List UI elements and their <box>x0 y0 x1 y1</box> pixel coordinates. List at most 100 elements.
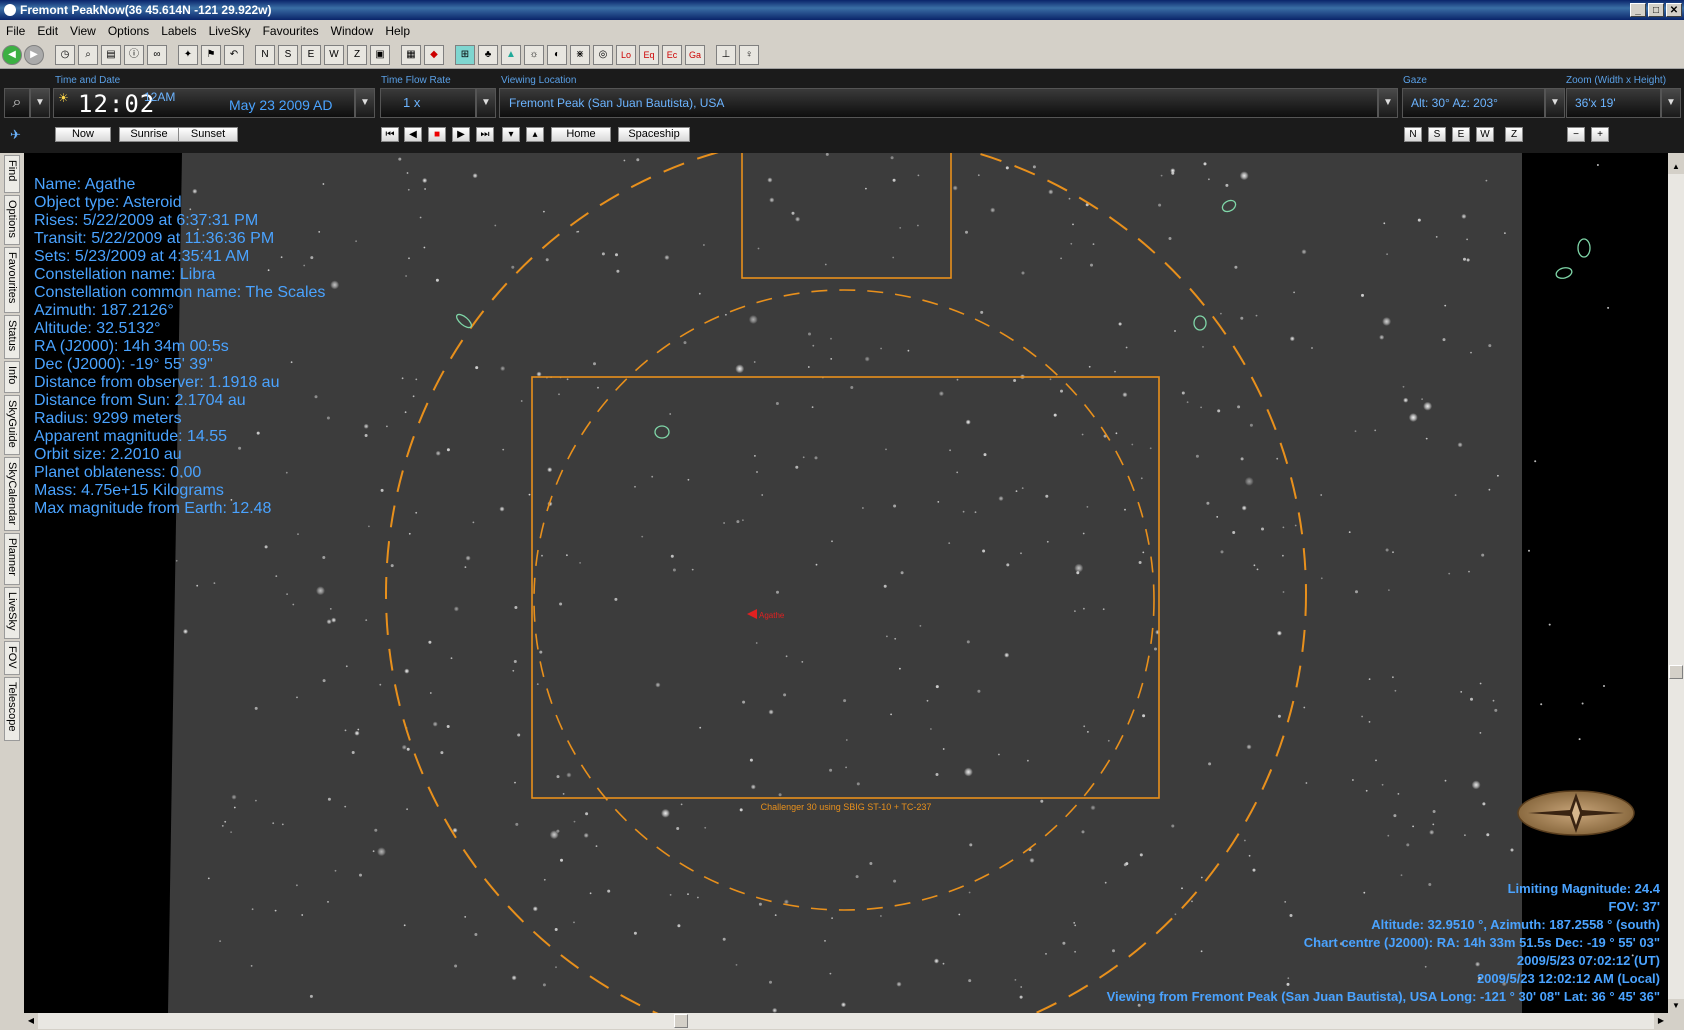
undo-icon[interactable]: ↶ <box>224 45 244 65</box>
star <box>365 619 368 621</box>
tree-icon[interactable]: ♣ <box>478 45 498 65</box>
south-view-icon[interactable]: S <box>278 45 298 65</box>
search-icon[interactable]: ⌕ <box>78 45 98 65</box>
stop-icon[interactable]: ■ <box>428 127 446 142</box>
maximize-button[interactable]: □ <box>1648 3 1664 17</box>
tab-favourites[interactable]: Favourites <box>4 247 20 313</box>
tab-find[interactable]: Find <box>4 155 20 193</box>
star-chart-icon[interactable]: ✦ <box>178 45 198 65</box>
direction-z-button[interactable]: Z <box>1505 127 1523 142</box>
time-date-display[interactable]: ☀ 12:02 12AM May 23 2009 AD <box>53 88 355 118</box>
direction-w-button[interactable]: W <box>1476 127 1494 142</box>
direction-s-button[interactable]: S <box>1428 127 1446 142</box>
tab-telescope[interactable]: Telescope <box>4 677 20 741</box>
sunrise-button[interactable]: Sunrise <box>119 127 179 142</box>
scroll-down-icon[interactable]: ▼ <box>1668 999 1684 1013</box>
spaceship-button[interactable]: Spaceship <box>618 127 690 142</box>
flag-icon[interactable]: ⚑ <box>201 45 221 65</box>
direction-e-button[interactable]: E <box>1452 127 1470 142</box>
equatorial-grid-icon[interactable]: Eq <box>639 45 659 65</box>
scroll-left-icon[interactable]: ◀ <box>24 1013 38 1029</box>
sunset-button[interactable]: Sunset <box>178 127 238 142</box>
gaze-value[interactable]: Alt: 30° Az: 203° <box>1402 88 1545 118</box>
print-icon[interactable]: ▤ <box>101 45 121 65</box>
find-magnifier-icon[interactable]: ⌕ <box>4 88 30 118</box>
figure-icon[interactable]: ♀ <box>739 45 759 65</box>
location-up-icon[interactable]: ▴ <box>526 127 544 142</box>
now-button[interactable]: Now <box>55 127 111 142</box>
menu-options[interactable]: Options <box>102 21 155 41</box>
find-dropdown-icon[interactable]: ▼ <box>30 88 50 118</box>
tab-skyguide[interactable]: SkyGuide <box>4 395 20 455</box>
step-back-fast-icon[interactable]: ⏮ <box>381 127 399 142</box>
menu-help[interactable]: Help <box>379 21 416 41</box>
constellation-icon[interactable]: ⋇ <box>570 45 590 65</box>
galactic-grid-icon[interactable]: Ga <box>685 45 705 65</box>
frame-icon[interactable]: ▣ <box>370 45 390 65</box>
north-view-icon[interactable]: N <box>255 45 275 65</box>
tab-info[interactable]: Info <box>4 361 20 393</box>
tab-options[interactable]: Options <box>4 195 20 245</box>
tab-planner[interactable]: Planner <box>4 533 20 585</box>
menu-view[interactable]: View <box>64 21 102 41</box>
local-grid-icon[interactable]: Lo <box>616 45 636 65</box>
direction-n-button[interactable]: N <box>1404 127 1422 142</box>
viewing-location-value[interactable]: Fremont Peak (San Juan Bautista), USA <box>499 88 1378 118</box>
menu-labels[interactable]: Labels <box>155 21 202 41</box>
star <box>892 256 895 259</box>
horizontal-scrollbar[interactable]: ◀ ▶ <box>24 1013 1668 1029</box>
vertical-scrollbar[interactable]: ▲ ▼ <box>1668 160 1684 1013</box>
star <box>899 667 901 670</box>
zoom-in-button[interactable]: + <box>1591 127 1609 142</box>
pin-icon[interactable]: ✈ <box>10 127 21 143</box>
menu-file[interactable]: File <box>0 21 31 41</box>
zoom-value[interactable]: 36'x 19' <box>1566 88 1661 118</box>
location-dropdown-icon[interactable]: ▼ <box>1378 88 1398 118</box>
horizontal-scroll-thumb[interactable] <box>674 1014 688 1028</box>
binoculars-icon[interactable]: ∞ <box>147 45 167 65</box>
tab-status[interactable]: Status <box>4 315 20 359</box>
ecliptic-grid-icon[interactable]: Ec <box>662 45 682 65</box>
gaze-dropdown-icon[interactable]: ▼ <box>1545 88 1565 118</box>
play-icon[interactable]: ▶ <box>452 127 470 142</box>
zoom-out-button[interactable]: − <box>1567 127 1585 142</box>
back-icon[interactable]: ◀ <box>2 45 22 65</box>
zenith-view-icon[interactable]: Z <box>347 45 367 65</box>
menu-window[interactable]: Window <box>325 21 380 41</box>
scroll-right-icon[interactable]: ▶ <box>1654 1013 1668 1029</box>
star <box>532 906 538 912</box>
info-icon[interactable]: ⓘ <box>124 45 144 65</box>
vertical-scroll-thumb[interactable] <box>1669 665 1683 679</box>
step-back-icon[interactable]: ◀ <box>404 127 422 142</box>
zoom-dropdown-icon[interactable]: ▼ <box>1661 88 1681 118</box>
minimize-button[interactable]: _ <box>1630 3 1646 17</box>
location-down-icon[interactable]: ▾ <box>502 127 520 142</box>
east-view-icon[interactable]: E <box>301 45 321 65</box>
home-button[interactable]: Home <box>551 127 611 142</box>
scroll-up-icon[interactable]: ▲ <box>1668 160 1684 174</box>
west-view-icon[interactable]: W <box>324 45 344 65</box>
tab-fov[interactable]: FOV <box>4 641 20 675</box>
date-dropdown-icon[interactable]: ▼ <box>355 88 375 118</box>
sun-icon[interactable]: ☼ <box>524 45 544 65</box>
telescope-icon[interactable]: ⊥ <box>716 45 736 65</box>
menu-livesky[interactable]: LiveSky <box>203 21 257 41</box>
close-button[interactable]: ✕ <box>1666 3 1682 17</box>
screenshot-icon[interactable]: ▦ <box>401 45 421 65</box>
forward-icon[interactable]: ▶ <box>24 45 44 65</box>
time-flow-dropdown-icon[interactable]: ▼ <box>476 88 496 118</box>
clock-icon[interactable]: ◷ <box>55 45 75 65</box>
planet-icon[interactable]: ◐ <box>547 45 567 65</box>
tab-livesky[interactable]: LiveSky <box>4 587 20 639</box>
time-flow-value[interactable]: 1 x <box>380 88 476 118</box>
deep-sky-icon[interactable]: ◎ <box>593 45 613 65</box>
tab-skycalendar[interactable]: SkyCalendar <box>4 457 20 531</box>
title-bar[interactable]: Fremont PeakNow(36 45.614N -121 29.922w)… <box>0 0 1684 20</box>
horizon-icon[interactable]: ▲ <box>501 45 521 65</box>
step-forward-fast-icon[interactable]: ⏭ <box>476 127 494 142</box>
menu-edit[interactable]: Edit <box>31 21 64 41</box>
sky-chart-view[interactable]: Challenger 30 using SBIG ST-10 + TC-237 … <box>24 153 1668 1013</box>
menu-favourites[interactable]: Favourites <box>257 21 325 41</box>
diamond-icon[interactable]: ◆ <box>424 45 444 65</box>
grid-icon[interactable]: ⊞ <box>455 45 475 65</box>
